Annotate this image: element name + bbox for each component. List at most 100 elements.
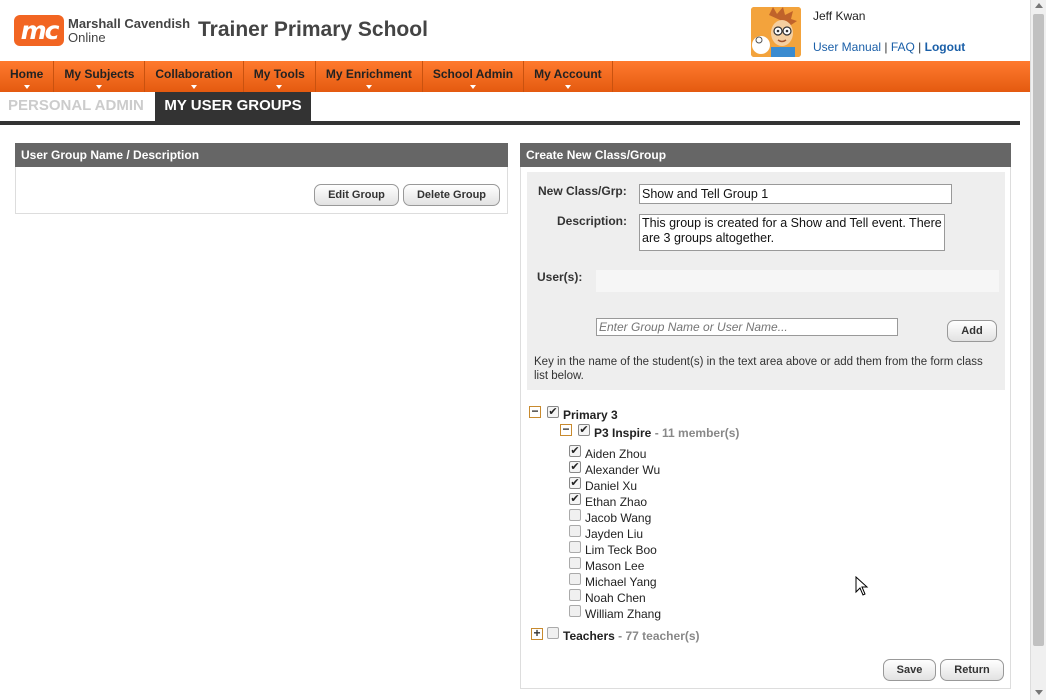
member-checkbox[interactable] (569, 541, 581, 553)
description-textarea[interactable]: This group is created for a Show and Tel… (639, 214, 945, 251)
edit-group-button[interactable]: Edit Group (314, 184, 399, 206)
scroll-down-arrow-icon[interactable] (1035, 690, 1043, 695)
nav-label: My Account (534, 67, 602, 81)
logo-mark: mc (14, 15, 64, 46)
class-member-count: 11 member(s) (662, 426, 740, 440)
member-name: Daniel Xu (585, 479, 638, 493)
nav-my-tools[interactable]: My Tools (244, 61, 316, 92)
selected-users-area[interactable] (596, 270, 999, 292)
checkbox-teachers[interactable] (547, 627, 559, 639)
scroll-up-arrow-icon[interactable] (1035, 3, 1043, 8)
nav-label: Home (10, 67, 44, 81)
nav-label: School Admin (432, 67, 514, 81)
main-nav: Home My Subjects Collaboration My Tools … (0, 61, 1030, 92)
member-name: Jacob Wang (585, 511, 652, 525)
scroll-thumb[interactable] (1033, 14, 1044, 646)
member-name: Aiden Zhou (585, 447, 647, 461)
nav-my-account[interactable]: My Account (524, 61, 613, 92)
tree-teachers-label: Teachers - 77 teacher(s) (563, 629, 700, 643)
tree-class-label: P3 Inspire - 11 member(s) (594, 426, 739, 440)
hint-text: Key in the name of the student(s) in the… (534, 356, 983, 382)
class-name: P3 Inspire (594, 426, 652, 440)
class-dash: - (651, 426, 663, 440)
faq-link[interactable]: FAQ (891, 40, 915, 54)
site-logo[interactable]: mc Marshall Cavendish Online (14, 15, 190, 46)
nav-my-enrichment[interactable]: My Enrichment (316, 61, 423, 92)
nav-label: My Enrichment (325, 67, 412, 81)
return-button[interactable]: Return (940, 659, 1004, 681)
member-checkbox[interactable] (569, 589, 581, 601)
member-name: Lim Teck Boo (585, 543, 657, 557)
logo-line2: Online (68, 29, 106, 45)
member-checkbox[interactable]: ✔ (569, 461, 581, 473)
create-group-form: New Class/Grp: Description: This group i… (527, 172, 1005, 390)
user-name: Jeff Kwan (813, 9, 866, 23)
member-checkbox[interactable] (569, 557, 581, 569)
nav-label: My Subjects (64, 67, 135, 81)
member-name: Ethan Zhao (585, 495, 648, 509)
logout-link[interactable]: Logout (925, 40, 966, 54)
member-checkbox[interactable] (569, 509, 581, 521)
user-links: User Manual | FAQ | Logout (813, 40, 965, 54)
member-checkbox[interactable] (569, 573, 581, 585)
mouse-cursor-icon (855, 576, 869, 596)
teachers-dash: - (614, 629, 626, 643)
member-checkbox[interactable]: ✔ (569, 477, 581, 489)
tab-my-user-groups[interactable]: MY USER GROUPS (155, 92, 311, 121)
logout-label: Logout (924, 40, 966, 54)
avatar-cartoon-icon (751, 7, 801, 57)
separator: | (881, 40, 891, 54)
dropdown-arrow-icon (469, 85, 476, 89)
user-group-list-panel: User Group Name / Description Edit Group… (15, 143, 508, 214)
user-search-input[interactable] (596, 318, 898, 336)
nav-label: Collaboration (155, 67, 233, 81)
dropdown-arrow-icon (96, 85, 103, 89)
member-name: Mason Lee (585, 559, 645, 573)
logo-line1: Marshall Cavendish (68, 15, 191, 31)
new-class-label: New Class/Grp: (538, 184, 627, 198)
panel-title: Create New Class/Group (520, 143, 1011, 167)
save-button[interactable]: Save (883, 659, 936, 681)
user-manual-link[interactable]: User Manual (813, 40, 881, 54)
member-name: Michael Yang (585, 575, 657, 589)
expand-plus-icon[interactable]: + (531, 627, 543, 640)
member-name: Noah Chen (585, 591, 646, 605)
separator: | (914, 40, 925, 54)
member-checkbox[interactable] (569, 525, 581, 537)
nav-home[interactable]: Home (0, 61, 55, 92)
create-group-panel: Create New Class/Group New Class/Grp: De… (520, 143, 1011, 689)
school-title: Trainer Primary School (198, 18, 428, 41)
checkbox-p3-inspire[interactable]: ✔ (578, 424, 590, 436)
new-class-input[interactable] (639, 184, 952, 204)
avatar (751, 7, 801, 57)
collapse-minus-icon[interactable]: − (560, 423, 572, 436)
teachers-count: 77 teacher(s) (625, 629, 700, 643)
description-label: Description: (557, 214, 628, 228)
delete-group-button[interactable]: Delete Group (403, 184, 500, 206)
dropdown-arrow-icon (191, 85, 198, 89)
nav-collaboration[interactable]: Collaboration (145, 61, 244, 92)
member-checkbox[interactable] (569, 605, 581, 617)
member-name: William Zhang (585, 607, 662, 621)
member-name: Jayden Liu (585, 527, 644, 541)
dropdown-arrow-icon (564, 85, 571, 89)
member-checkbox[interactable]: ✔ (569, 493, 581, 505)
nav-label: My Tools (253, 67, 305, 81)
teachers-name: Teachers (563, 629, 615, 643)
tree-level-label: Primary 3 (563, 408, 618, 422)
tab-personal-admin[interactable]: PERSONAL ADMIN (8, 92, 144, 121)
member-name: Alexander Wu (585, 463, 661, 477)
dropdown-arrow-icon (23, 85, 30, 89)
panel-title: User Group Name / Description (15, 143, 508, 167)
page-scrollbar[interactable] (1030, 0, 1046, 700)
member-checkbox[interactable]: ✔ (569, 445, 581, 457)
dropdown-arrow-icon (365, 85, 372, 89)
collapse-minus-icon[interactable]: − (529, 405, 541, 418)
nav-school-admin[interactable]: School Admin (423, 61, 525, 92)
users-label: User(s): (537, 270, 583, 284)
nav-my-subjects[interactable]: My Subjects (54, 61, 146, 92)
dropdown-arrow-icon (276, 85, 283, 89)
checkbox-primary-3[interactable]: ✔ (547, 406, 559, 418)
add-button[interactable]: Add (947, 320, 997, 342)
sub-tabs: PERSONAL ADMIN MY USER GROUPS (0, 92, 1020, 125)
